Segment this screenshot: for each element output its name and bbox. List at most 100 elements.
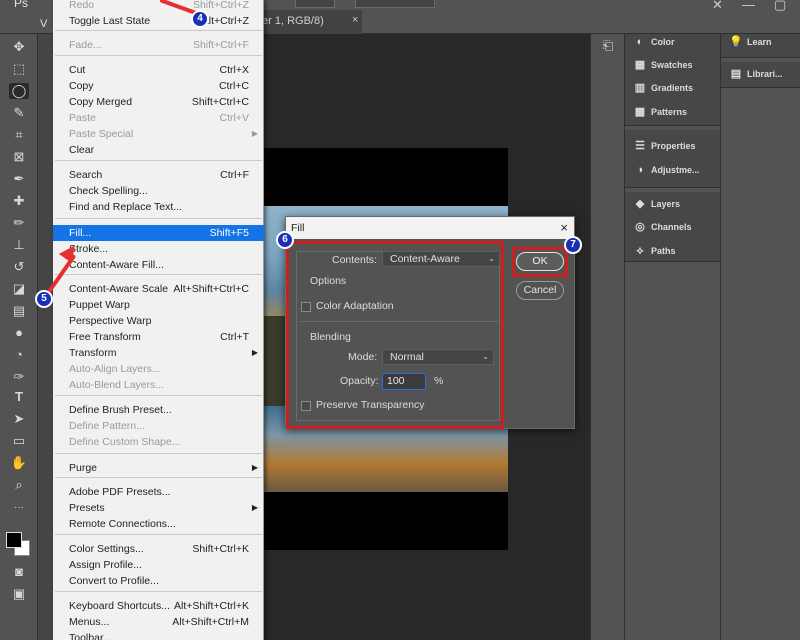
preserve-transparency-checkbox[interactable] [301, 401, 311, 411]
minimize-icon[interactable]: — [742, 0, 755, 12]
crop-tool-icon[interactable]: ⌗ [9, 127, 29, 143]
screen-mode-icon[interactable]: ▣ [9, 586, 29, 602]
menu-item[interactable]: Puppet Warp [53, 297, 264, 313]
options-field[interactable] [295, 0, 335, 8]
panel-tab-properties[interactable]: ☰ Properties [633, 138, 695, 154]
type-tool-icon[interactable]: T [9, 389, 29, 405]
menu-item[interactable]: Assign Profile... [53, 557, 264, 573]
menu-item[interactable]: Color Settings... Shift+Ctrl+K [53, 541, 264, 557]
clone-stamp-tool-icon[interactable]: ⊥ [9, 237, 29, 253]
menu-item[interactable]: Define Brush Preset... [53, 402, 264, 418]
menu-item-label: Keyboard Shortcuts... [69, 600, 170, 612]
menu-item[interactable]: Free Transform Ctrl+T [53, 329, 264, 345]
menu-separator [55, 30, 262, 31]
eraser-tool-icon[interactable]: ◪ [9, 281, 29, 297]
frame-tool-icon[interactable]: ⊠ [9, 149, 29, 165]
contents-select[interactable]: Content-Aware ⌄ [382, 251, 500, 267]
menu-item-label: Convert to Profile... [69, 575, 159, 587]
hand-tool-icon[interactable]: ✋ [9, 455, 29, 471]
options-heading: Options [310, 275, 347, 287]
learn-icon: 💡 [729, 36, 743, 48]
close-tab-icon[interactable]: × [352, 14, 358, 26]
foreground-color-swatch[interactable] [6, 532, 22, 548]
adjustments-icon: ◑ [636, 164, 644, 176]
menu-item[interactable]: Toolbar... [53, 630, 264, 640]
lasso-tool-icon[interactable]: ◯ [9, 83, 29, 99]
menu-item[interactable]: Search Ctrl+F [53, 167, 264, 183]
pen-tool-icon[interactable]: ✑ [9, 369, 29, 385]
marquee-tool-icon[interactable]: ⬚ [9, 61, 29, 77]
blur-tool-icon[interactable]: ● [9, 325, 29, 341]
quick-selection-tool-icon[interactable]: ✎ [9, 105, 29, 121]
panel-tab-channels[interactable]: ◎ Channels [633, 219, 691, 235]
eyedropper-tool-icon[interactable]: ✒ [9, 171, 29, 187]
gradient-tool-icon[interactable]: ▤ [9, 303, 29, 319]
panel-tab-paths[interactable]: ⟡ Paths [633, 243, 676, 259]
quick-mask-icon[interactable]: ◙ [9, 564, 29, 580]
menu-separator [55, 218, 262, 219]
dodge-tool-icon[interactable]: ◔ [9, 347, 29, 363]
panel-tab-color[interactable]: ◐ Color [633, 34, 675, 50]
menu-item[interactable]: Copy Merged Shift+Ctrl+C [53, 94, 264, 110]
menu-item[interactable]: Content-Aware Scale Alt+Shift+Ctrl+C [53, 281, 264, 297]
menu-item-label: Adobe PDF Presets... [69, 486, 171, 498]
menu-item[interactable]: Fill... Shift+F5 [53, 225, 264, 241]
gradients-icon: ▥ [634, 82, 646, 94]
ps-logo: Ps [14, 0, 29, 10]
panel-tab-layers[interactable]: ◆ Layers [633, 196, 680, 212]
menu-item[interactable]: Adobe PDF Presets... [53, 484, 264, 500]
options-field[interactable] [355, 0, 435, 8]
panel-tab-patterns[interactable]: ▩ Patterns [633, 104, 687, 120]
menu-item[interactable]: Menus... Alt+Shift+Ctrl+M [53, 614, 264, 630]
brush-tool-icon[interactable]: ✏ [9, 215, 29, 231]
maximize-icon[interactable]: ▢ [774, 0, 786, 13]
menu-item[interactable]: Transform ▶ [53, 345, 264, 361]
panel-tab-gradients[interactable]: ▥ Gradients [633, 80, 693, 96]
menu-item[interactable]: Remote Connections... [53, 516, 264, 532]
menu-item[interactable]: Clear [53, 142, 264, 158]
menu-item[interactable]: Keyboard Shortcuts... Alt+Shift+Ctrl+K [53, 598, 264, 614]
menu-item-label: Redo [69, 0, 95, 11]
menu-separator [55, 534, 262, 535]
more-tools-icon[interactable]: ··· [9, 500, 29, 516]
menu-item[interactable]: Find and Replace Text... [53, 199, 264, 215]
history-panel-icon[interactable]: ⎗ [598, 38, 618, 54]
panel-tab-swatches[interactable]: ▦ Swatches [633, 57, 693, 73]
cancel-button[interactable]: Cancel [516, 281, 564, 300]
blending-heading: Blending [310, 331, 351, 343]
menu-item[interactable]: Check Spelling... [53, 183, 264, 199]
healing-brush-tool-icon[interactable]: ✚ [9, 193, 29, 209]
move-tool-icon[interactable]: ✥ [9, 39, 29, 55]
menu-item[interactable]: Content-Aware Fill... [53, 257, 264, 273]
zoom-tool-icon[interactable]: ⌕ [9, 477, 29, 493]
menu-separator [55, 160, 262, 161]
path-selection-tool-icon[interactable]: ➤ [9, 411, 29, 427]
rectangle-tool-icon[interactable]: ▭ [9, 433, 29, 449]
history-brush-tool-icon[interactable]: ↺ [9, 259, 29, 275]
menu-item-label: Auto-Align Layers... [69, 363, 161, 375]
doc-tab-partial[interactable]: V [40, 18, 47, 30]
menu-item[interactable]: Presets ▶ [53, 500, 264, 516]
submenu-arrow-icon: ▶ [251, 348, 258, 357]
menu-item[interactable]: Purge ▶ [53, 460, 264, 476]
document-tab[interactable]: er 1, RGB/8) [262, 10, 362, 34]
ok-button[interactable]: OK [516, 252, 564, 271]
opacity-input[interactable]: 100 [382, 373, 426, 390]
menu-item[interactable]: Stroke... [53, 241, 264, 257]
menu-item[interactable]: Convert to Profile... [53, 573, 264, 589]
close-icon[interactable]: × [560, 217, 568, 239]
step-badge-4: 4 [191, 10, 209, 28]
menu-item[interactable]: Perspective Warp [53, 313, 264, 329]
swatches-icon: ▦ [634, 59, 646, 71]
properties-icon: ☰ [635, 140, 645, 152]
color-adaptation-checkbox[interactable] [301, 302, 311, 312]
mode-select[interactable]: Normal ⌄ [382, 349, 494, 365]
panel-tab-librari[interactable]: ▤ Librari... [729, 66, 783, 82]
menu-item[interactable]: Copy Ctrl+C [53, 78, 264, 94]
panel-tab-label: Paths [651, 246, 676, 256]
panel-tab-learn[interactable]: 💡 Learn [729, 34, 771, 50]
menu-item[interactable]: Cut Ctrl+X [53, 62, 264, 78]
close-window-icon[interactable]: ✕ [712, 0, 723, 13]
panel-tab-adjustme[interactable]: ◑ Adjustme... [633, 162, 700, 178]
menu-item[interactable]: Toggle Last State Alt+Ctrl+Z [53, 13, 264, 29]
